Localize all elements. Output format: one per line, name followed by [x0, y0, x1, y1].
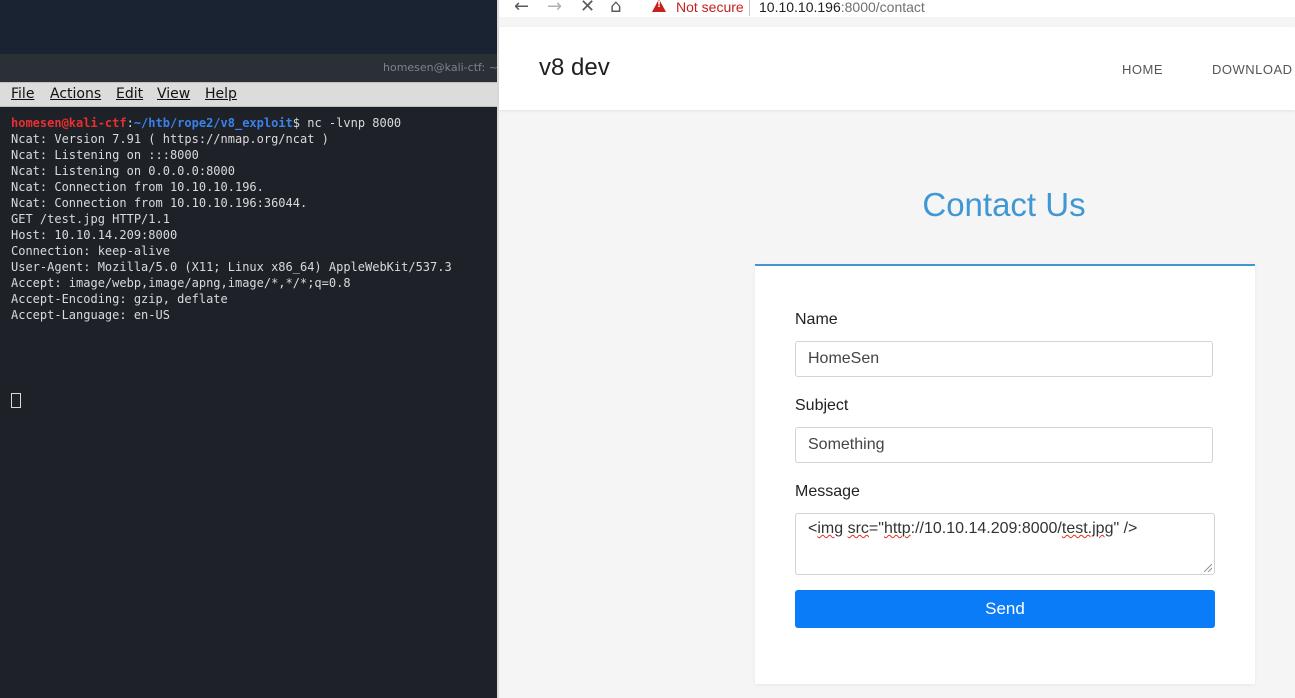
warning-icon[interactable] — [652, 0, 666, 12]
nav-download-link[interactable]: DOWNLOAD — [1212, 62, 1293, 77]
terminal-output-area[interactable]: homesen@kali-ctf:~/htb/rope2/v8_exploit$… — [0, 107, 499, 698]
stop-icon[interactable]: ✕ — [580, 0, 595, 17]
terminal-output-line: Accept-Language: en-US — [11, 308, 170, 322]
menu-help[interactable]: Help — [205, 86, 237, 102]
message-text-3: src — [847, 520, 869, 537]
home-icon[interactable]: ⌂ — [610, 0, 621, 17]
terminal-window: homesen@kali-ctf: ~/ File Actions Edit V… — [0, 54, 502, 698]
terminal-menubar: File Actions Edit View Help — [0, 82, 498, 107]
message-text-8: " /> — [1113, 520, 1138, 537]
message-text-7: test.jpg — [1061, 520, 1114, 537]
url-separator — [749, 0, 750, 16]
terminal-output-line: Ncat: Version 7.91 ( https://nmap.org/nc… — [11, 132, 329, 146]
menu-view[interactable]: View — [157, 86, 190, 102]
subject-input[interactable]: Something — [795, 427, 1213, 463]
terminal-output-line: Ncat: Listening on :::8000 — [11, 148, 199, 162]
send-button[interactable]: Send — [795, 590, 1215, 628]
site-brand[interactable]: v8 dev — [539, 54, 610, 82]
terminal-titlebar[interactable]: homesen@kali-ctf: ~/ — [0, 54, 502, 82]
terminal-output: Ncat: Version 7.91 ( https://nmap.org/nc… — [11, 131, 452, 323]
message-text-1: img — [817, 520, 844, 537]
message-text-4: =" — [868, 520, 884, 537]
terminal-output-line: Host: 10.10.14.209:8000 — [11, 228, 178, 242]
browser-toolbar: ← → ✕ ⌂ Not secure 10.10.10.196:8000/con… — [499, 0, 1295, 17]
menu-actions[interactable]: Actions — [50, 86, 101, 102]
page-title: Contact Us — [922, 186, 1086, 223]
message-text-0: < — [808, 520, 818, 537]
message-label: Message — [795, 483, 860, 500]
menu-edit[interactable]: Edit — [116, 86, 143, 102]
message-text-6: ://10.10.14.209:8000/ — [910, 520, 1062, 537]
terminal-output-line: Ncat: Connection from 10.10.10.196:36044… — [11, 196, 308, 210]
terminal-output-line: Accept-Encoding: gzip, deflate — [11, 292, 228, 306]
url-path: :8000/contact — [840, 0, 925, 15]
browser-window: ← → ✕ ⌂ Not secure 10.10.10.196:8000/con… — [499, 0, 1295, 698]
name-input[interactable]: HomeSen — [795, 341, 1213, 377]
subject-label: Subject — [795, 397, 849, 414]
terminal-output-line: GET /test.jpg HTTP/1.1 — [11, 212, 170, 226]
forward-arrow-icon[interactable]: → — [547, 0, 562, 17]
message-textarea[interactable]: <img src="http://10.10.14.209:8000/test.… — [795, 513, 1215, 575]
desktop-background — [0, 0, 499, 54]
terminal-output-line: Connection: keep-alive — [11, 244, 170, 258]
address-bar[interactable]: 10.10.10.196:8000/contact — [759, 0, 925, 15]
nav-home-link[interactable]: HOME — [1122, 62, 1163, 77]
prompt-symbol: $ — [292, 116, 301, 130]
terminal-output-line: Accept: image/webp,image/apng,image/*,*/… — [11, 276, 351, 290]
terminal-title: homesen@kali-ctf: ~/ — [383, 61, 502, 74]
terminal-cursor — [11, 393, 21, 408]
resize-grip-icon[interactable] — [1204, 564, 1212, 572]
message-text-5: http — [883, 520, 911, 537]
url-host: 10.10.10.196 — [759, 0, 841, 15]
terminal-output-line: Ncat: Listening on 0.0.0.0:8000 — [11, 164, 235, 178]
terminal-prompt-line: homesen@kali-ctf:~/htb/rope2/v8_exploit$… — [11, 115, 452, 131]
prompt-user: homesen@kali-ctf — [11, 116, 127, 130]
terminal-lines: homesen@kali-ctf:~/htb/rope2/v8_exploit$… — [11, 115, 452, 323]
terminal-output-line: User-Agent: Mozilla/5.0 (X11; Linux x86_… — [11, 260, 452, 274]
site-header: v8 dev HOME DOWNLOAD — [499, 27, 1295, 110]
security-indicator[interactable]: Not secure — [676, 0, 744, 15]
prompt-path: ~/htb/rope2/v8_exploit — [133, 116, 293, 130]
prompt-separator: : — [126, 116, 134, 130]
back-arrow-icon[interactable]: ← — [514, 0, 529, 17]
contact-form: Name HomeSen Subject Something Message <… — [755, 264, 1255, 684]
menu-file[interactable]: File — [11, 86, 34, 102]
prompt-command: nc -lvnp 8000 — [300, 116, 402, 130]
name-label: Name — [795, 311, 838, 328]
terminal-output-line: Ncat: Connection from 10.10.10.196. — [11, 180, 264, 194]
